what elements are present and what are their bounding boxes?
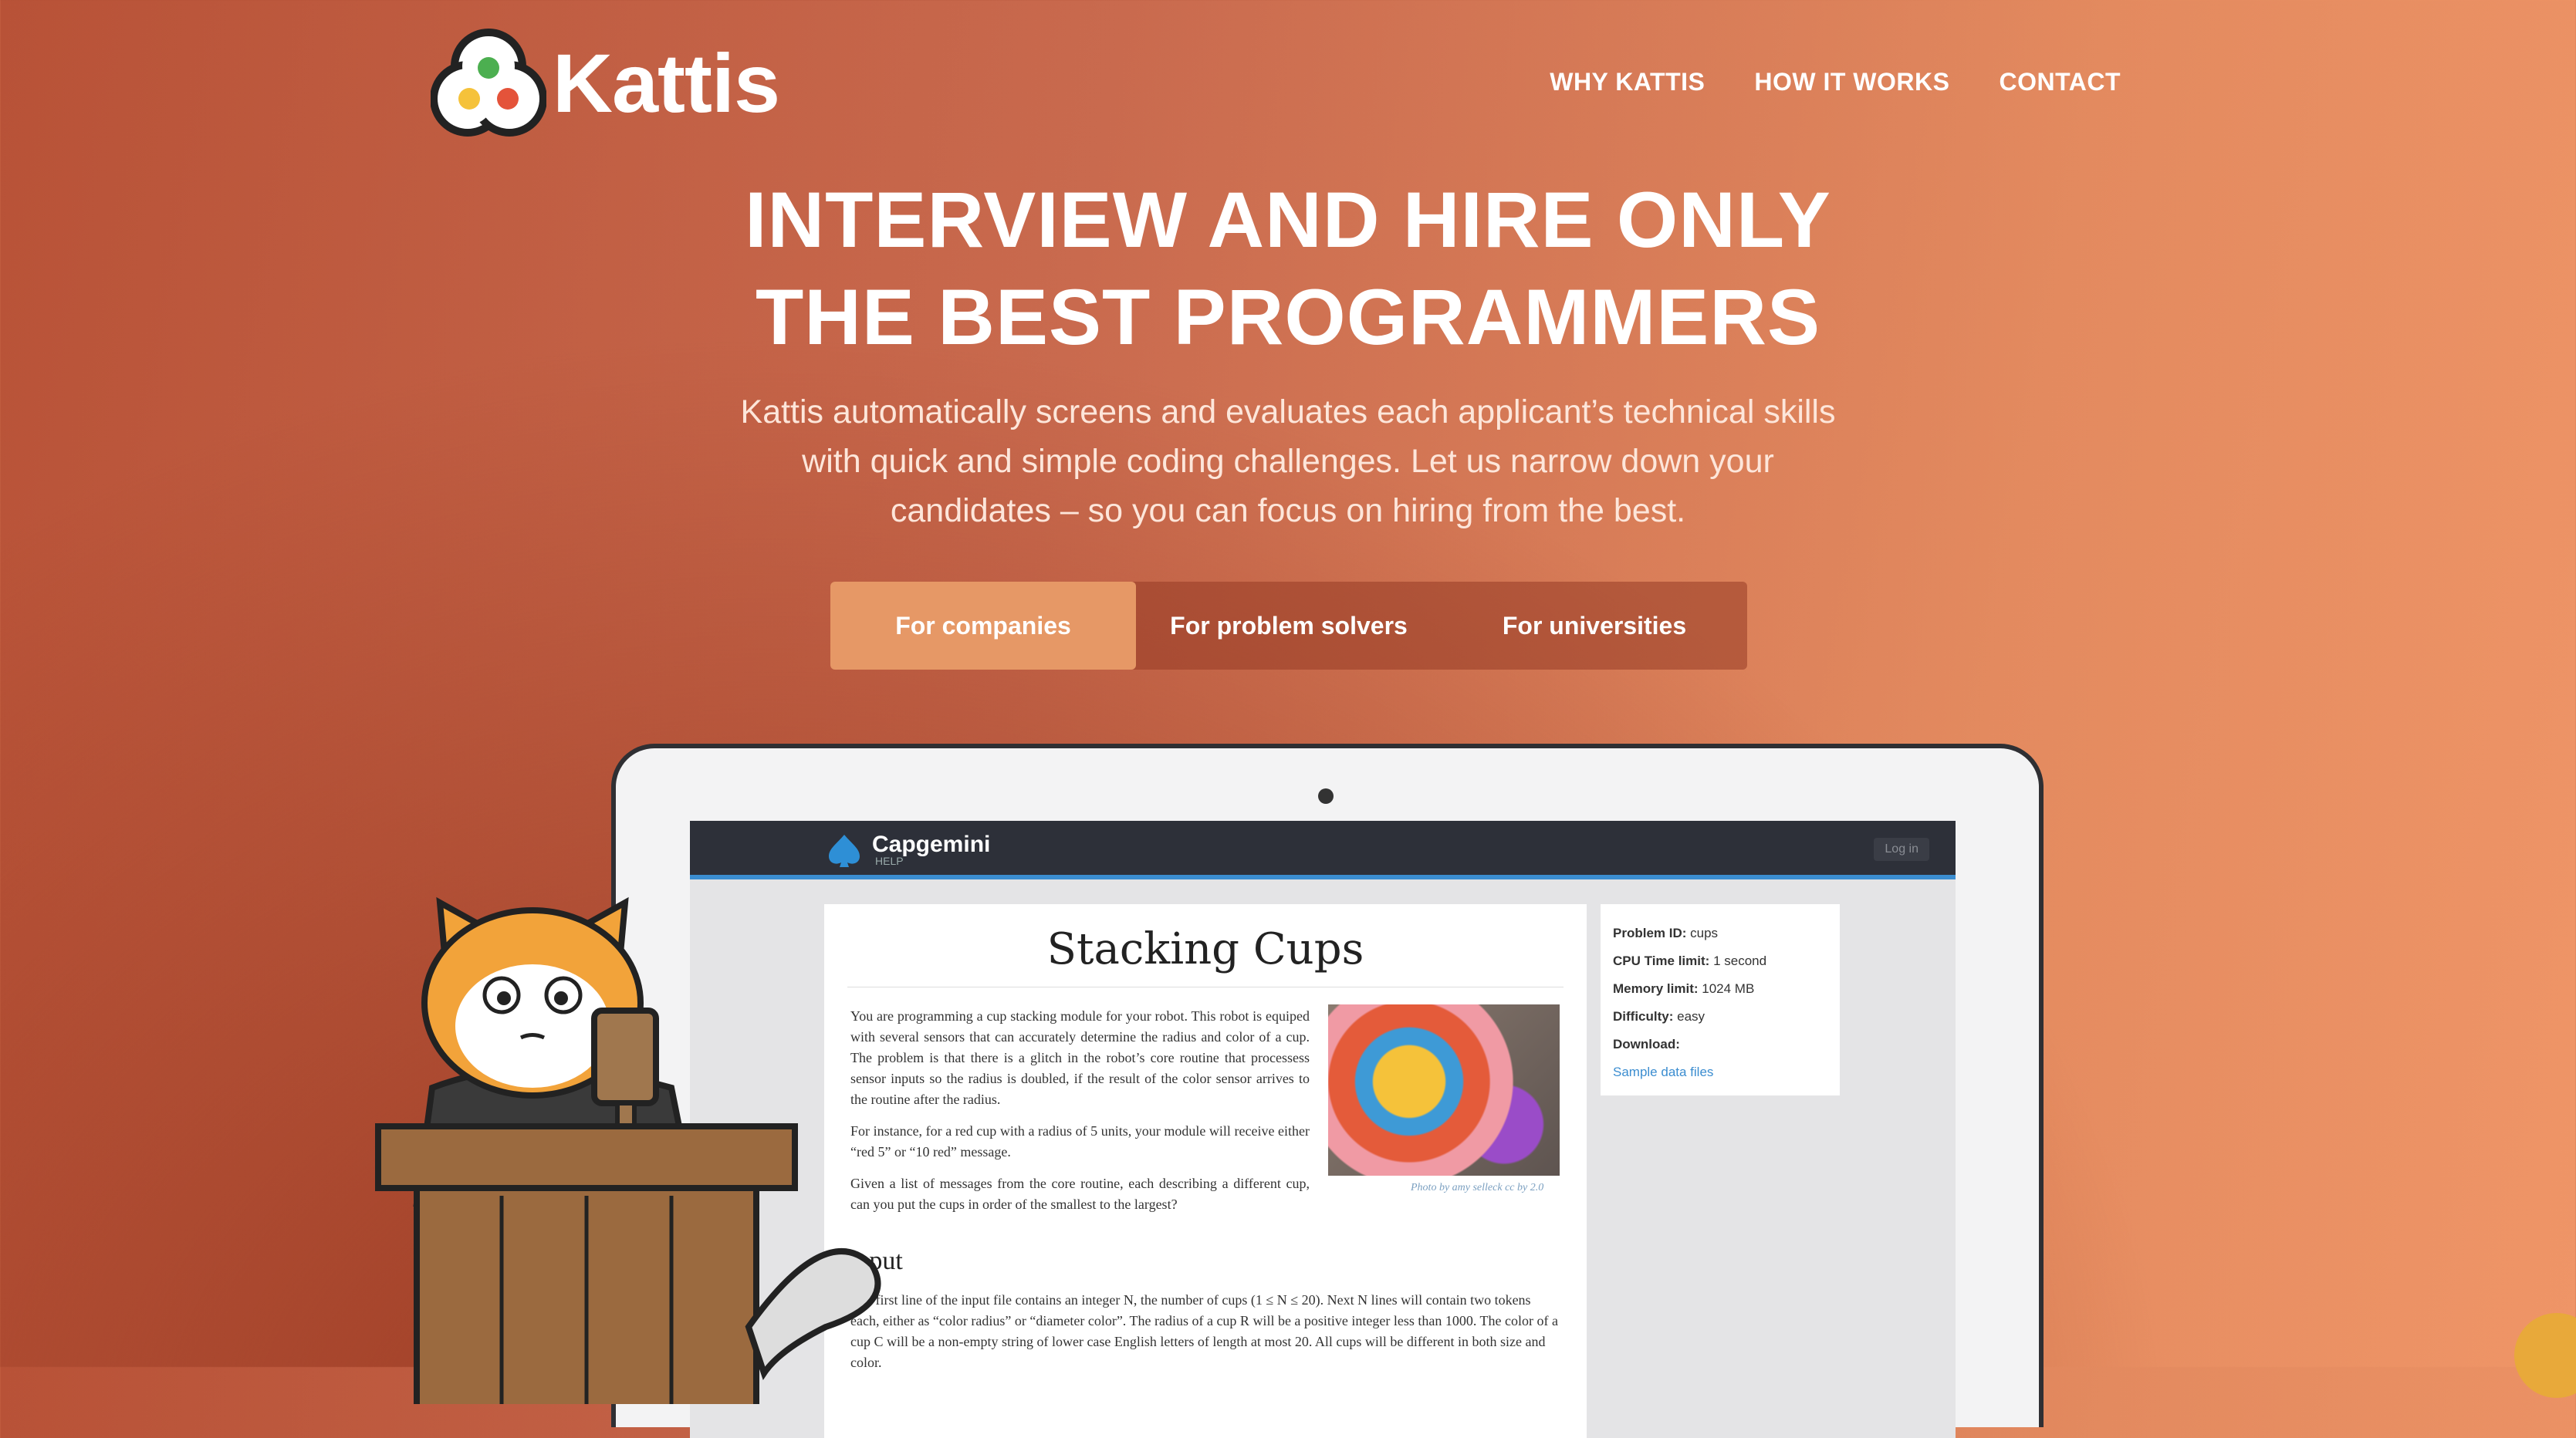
kattis-logo-icon: [431, 29, 546, 137]
problem-description: You are programming a cup stacking modul…: [850, 1006, 1310, 1226]
laptop-camera: [1318, 788, 1334, 804]
difficulty-label: Difficulty:: [1613, 1009, 1674, 1024]
download-label: Download:: [1613, 1037, 1680, 1051]
photo-caption: Photo by amy selleck cc by 2.0: [1411, 1182, 1544, 1193]
input-description: The first line of the input file contain…: [850, 1292, 1559, 1370]
screen-topbar: Capgemini HELP Log in: [690, 821, 1956, 879]
brand-name: Kattis: [553, 35, 780, 130]
headline-line-2: THE BEST PROGRAMMERS: [755, 273, 1821, 361]
subtitle-line-2: with quick and simple coding challenges.…: [802, 443, 1774, 480]
hero-headline: INTERVIEW AND HIRE ONLY THE BEST PROGRAM…: [0, 171, 2576, 366]
problem-title: Stacking Cups: [1046, 924, 1364, 974]
memory-limit-value: 1024 MB: [1702, 981, 1755, 996]
tab-for-universities[interactable]: For universities: [1442, 582, 1747, 670]
screen-brand-sub: HELP: [875, 855, 904, 867]
problem-paragraph-1: You are programming a cup stacking modul…: [850, 1008, 1310, 1107]
kattis-logo[interactable]: Kattis: [431, 28, 780, 137]
capgemini-spade-icon: [829, 835, 860, 867]
cups-photo: [1328, 1004, 1560, 1176]
nav-contact[interactable]: CONTACT: [1999, 68, 2121, 96]
login-button[interactable]: Log in: [1874, 838, 1929, 861]
sample-data-link[interactable]: Sample data files: [1613, 1058, 1827, 1086]
main-nav: WHY KATTIS HOW IT WORKS CONTACT: [1550, 68, 2121, 96]
problem-paragraph-3: Given a list of messages from the core r…: [850, 1176, 1310, 1212]
problem-info-sidebar: Problem ID: cups CPU Time limit: 1 secon…: [1601, 904, 1840, 1095]
nav-why-kattis[interactable]: WHY KATTIS: [1550, 68, 1705, 96]
judge-cat-mascot: [375, 896, 881, 1404]
problem-paragraph-2: For instance, for a red cup with a radiu…: [850, 1123, 1310, 1160]
nav-how-it-works[interactable]: HOW IT WORKS: [1754, 68, 1949, 96]
screen-brand: Capgemini: [872, 832, 991, 857]
memory-limit-row: Memory limit: 1024 MB: [1613, 975, 1827, 1003]
problem-id-row: Problem ID: cups: [1613, 920, 1827, 947]
difficulty-value: easy: [1677, 1009, 1706, 1024]
memory-limit-label: Memory limit:: [1613, 981, 1699, 996]
difficulty-row: Difficulty: easy: [1613, 1003, 1827, 1031]
headline-line-1: INTERVIEW AND HIRE ONLY: [745, 176, 1831, 264]
cpu-limit-label: CPU Time limit:: [1613, 954, 1710, 968]
subtitle-line-3: candidates – so you can focus on hiring …: [890, 492, 1686, 529]
problem-id-label: Problem ID:: [1613, 926, 1687, 940]
audience-tabs: For companies For problem solvers For un…: [830, 582, 1747, 670]
hero-subtitle: Kattis automatically screens and evaluat…: [0, 387, 2576, 535]
tab-for-problem-solvers[interactable]: For problem solvers: [1136, 582, 1442, 670]
subtitle-line-1: Kattis automatically screens and evaluat…: [740, 393, 1836, 430]
problem-id-value: cups: [1690, 926, 1719, 940]
download-row: Download:: [1613, 1031, 1827, 1058]
chat-widget-button[interactable]: [2514, 1313, 2576, 1398]
tab-for-companies[interactable]: For companies: [830, 582, 1136, 670]
cpu-limit-row: CPU Time limit: 1 second: [1613, 947, 1827, 975]
cpu-limit-value: 1 second: [1713, 954, 1767, 968]
problem-panel: Stacking Cups You are programming a cup …: [824, 904, 1587, 1438]
